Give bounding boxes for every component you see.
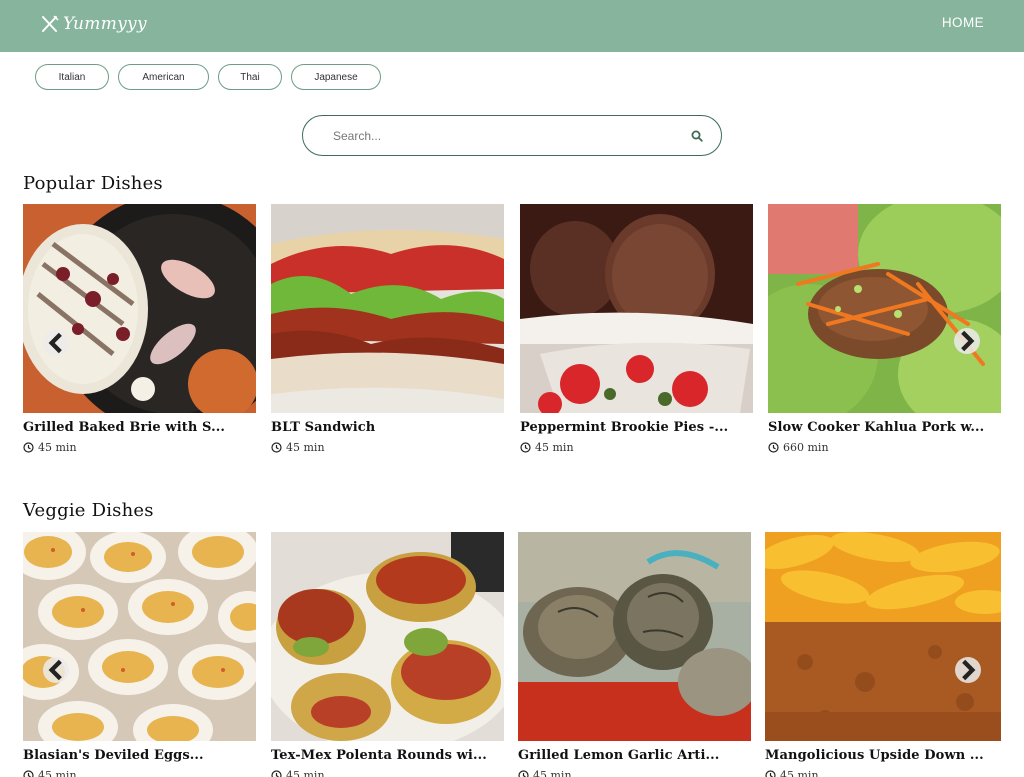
recipe-card[interactable]: BLT Sandwich 45 min bbox=[271, 204, 504, 454]
recipe-image[interactable] bbox=[23, 204, 256, 413]
cuisine-pill-american[interactable]: American bbox=[118, 64, 209, 90]
chevron-left-icon bbox=[48, 332, 62, 354]
recipe-time-text: 45 min bbox=[535, 441, 574, 454]
recipe-image[interactable] bbox=[271, 532, 504, 741]
recipe-image[interactable] bbox=[23, 532, 256, 741]
recipe-title[interactable]: Slow Cooker Kahlua Pork w... bbox=[768, 420, 1001, 435]
recipe-card[interactable]: Mangolicious Upside Down ... 45 min bbox=[765, 532, 1001, 777]
recipe-image[interactable] bbox=[520, 204, 753, 413]
recipe-time-text: 45 min bbox=[780, 769, 819, 777]
recipe-time-text: 45 min bbox=[286, 441, 325, 454]
nav-home-link[interactable]: HOME bbox=[942, 15, 984, 30]
logo[interactable]: Yummyyy bbox=[40, 11, 147, 37]
recipe-time: 45 min bbox=[23, 441, 256, 454]
recipe-image[interactable] bbox=[518, 532, 751, 741]
cuisine-pill-italian[interactable]: Italian bbox=[35, 64, 109, 90]
clock-icon bbox=[518, 770, 529, 777]
recipe-time: 45 min bbox=[23, 769, 256, 777]
carousel-next-button[interactable] bbox=[954, 328, 980, 354]
clock-icon bbox=[768, 442, 779, 453]
carousel-prev-button[interactable] bbox=[43, 330, 69, 356]
recipe-title[interactable]: Grilled Lemon Garlic Arti... bbox=[518, 748, 751, 763]
cuisine-filter-list: Italian American Thai Japanese bbox=[35, 64, 390, 90]
recipe-title[interactable]: Peppermint Brookie Pies -... bbox=[520, 420, 753, 435]
recipe-time: 45 min bbox=[271, 769, 504, 777]
recipe-time: 660 min bbox=[768, 441, 1001, 454]
recipe-time-text: 45 min bbox=[533, 769, 572, 777]
carousel-next-button[interactable] bbox=[955, 657, 981, 683]
recipe-card[interactable]: Peppermint Brookie Pies -... 45 min bbox=[520, 204, 753, 454]
recipe-card[interactable]: Grilled Baked Brie with S... 45 min bbox=[23, 204, 256, 454]
section-title-veggie: Veggie Dishes bbox=[23, 500, 154, 521]
recipe-card[interactable]: Slow Cooker Kahlua Pork w... 660 min bbox=[768, 204, 1001, 454]
recipe-card[interactable]: Blasian's Deviled Eggs... 45 min bbox=[23, 532, 256, 777]
logo-text: Yummyyy bbox=[63, 14, 147, 34]
cuisine-pill-thai[interactable]: Thai bbox=[218, 64, 282, 90]
chevron-right-icon bbox=[962, 659, 976, 681]
recipe-time-text: 45 min bbox=[38, 441, 77, 454]
search-icon[interactable] bbox=[691, 130, 703, 142]
cuisine-pill-japanese[interactable]: Japanese bbox=[291, 64, 381, 90]
clock-icon bbox=[271, 770, 282, 777]
recipe-time: 45 min bbox=[520, 441, 753, 454]
recipe-image[interactable] bbox=[765, 532, 1001, 741]
search-input[interactable] bbox=[333, 126, 673, 146]
clock-icon bbox=[23, 442, 34, 453]
recipe-title[interactable]: Mangolicious Upside Down ... bbox=[765, 748, 1001, 763]
search-bar bbox=[302, 115, 722, 156]
recipe-card[interactable]: Tex-Mex Polenta Rounds wi... 45 min bbox=[271, 532, 504, 777]
recipe-time-text: 660 min bbox=[783, 441, 829, 454]
clock-icon bbox=[271, 442, 282, 453]
clock-icon bbox=[23, 770, 34, 777]
section-title-popular: Popular Dishes bbox=[23, 173, 163, 194]
recipe-title[interactable]: Blasian's Deviled Eggs... bbox=[23, 748, 256, 763]
recipe-card[interactable]: Grilled Lemon Garlic Arti... 45 min bbox=[518, 532, 751, 777]
recipe-time: 45 min bbox=[518, 769, 751, 777]
recipe-time-text: 45 min bbox=[38, 769, 77, 777]
fork-knife-icon bbox=[42, 15, 59, 32]
recipe-image[interactable] bbox=[768, 204, 1001, 413]
recipe-title[interactable]: Grilled Baked Brie with S... bbox=[23, 420, 256, 435]
navbar: Yummyyy HOME bbox=[0, 0, 1024, 52]
chevron-right-icon bbox=[961, 330, 975, 352]
recipe-image[interactable] bbox=[271, 204, 504, 413]
clock-icon bbox=[765, 770, 776, 777]
clock-icon bbox=[520, 442, 531, 453]
recipe-time: 45 min bbox=[765, 769, 1001, 777]
carousel-prev-button[interactable] bbox=[43, 657, 69, 683]
chevron-left-icon bbox=[48, 659, 62, 681]
recipe-title[interactable]: Tex-Mex Polenta Rounds wi... bbox=[271, 748, 504, 763]
recipe-title[interactable]: BLT Sandwich bbox=[271, 420, 504, 435]
recipe-time: 45 min bbox=[271, 441, 504, 454]
recipe-time-text: 45 min bbox=[286, 769, 325, 777]
